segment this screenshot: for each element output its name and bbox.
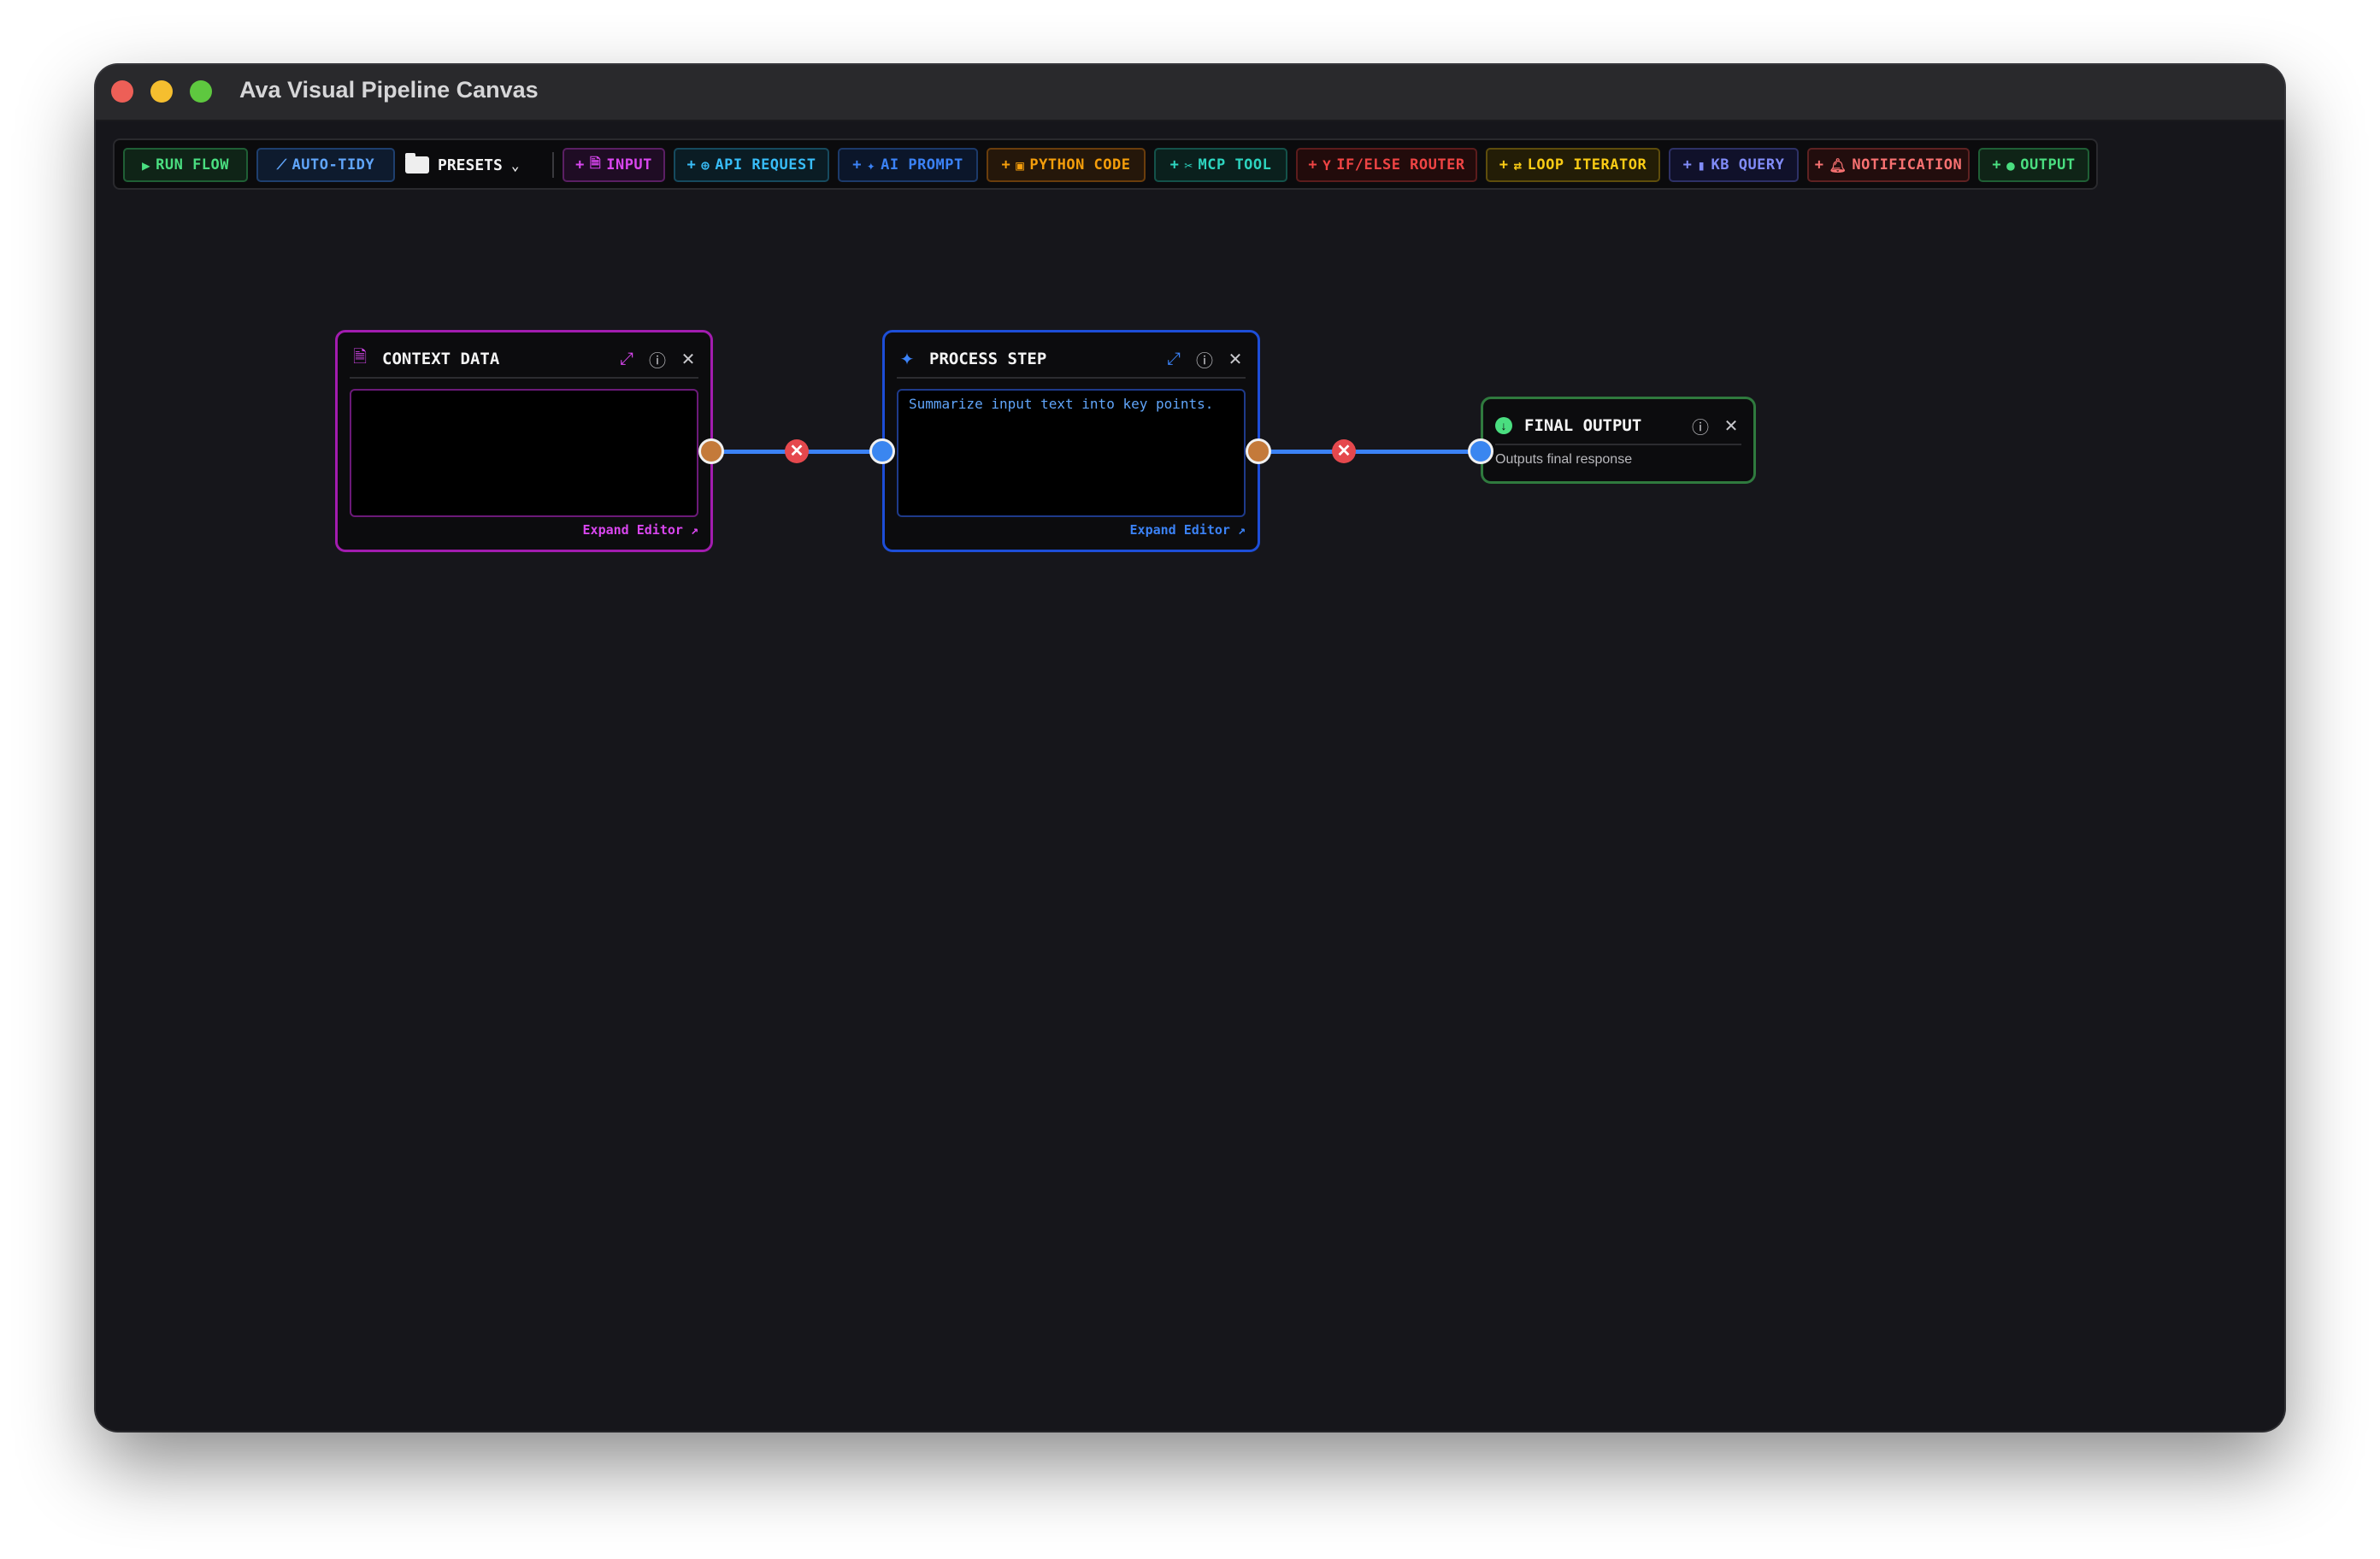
add-if-else-router-button[interactable]: + Y IF/ELSE ROUTER — [1296, 148, 1477, 182]
add-python-code-button[interactable]: + ▣ PYTHON CODE — [987, 148, 1146, 182]
plus-icon: + — [1992, 156, 2002, 174]
input-port[interactable] — [869, 438, 895, 464]
prompt-editor[interactable]: Summarize input text into key points. — [897, 389, 1246, 517]
magic-wand-icon: ⟋ — [276, 156, 287, 173]
expand-icon[interactable]: ⤢ — [1163, 350, 1184, 369]
presets-label: PRESETS — [438, 156, 503, 174]
plus-icon: + — [686, 156, 697, 174]
plus-icon: + — [1169, 156, 1180, 174]
plus-icon: + — [1499, 156, 1509, 174]
add-notification-button[interactable]: + 🔔︎ NOTIFICATION — [1807, 148, 1970, 182]
loop-icon: ⇄ — [1513, 156, 1523, 174]
info-icon[interactable]: ⓘ — [1690, 414, 1711, 438]
context-data-node[interactable]: 🗎 CONTEXT DATA ⤢ ⓘ ✕ Expand Editor ↗ — [335, 330, 713, 552]
add-output-label: OUTPUT — [2020, 156, 2076, 174]
add-loop-iterator-label: LOOP ITERATOR — [1527, 156, 1647, 174]
node-description: Outputs final response — [1495, 452, 1633, 467]
maximize-window-button[interactable] — [190, 80, 212, 103]
add-ai-prompt-button[interactable]: + ✦ AI PROMPT — [838, 148, 978, 182]
node-header: 🗎 CONTEXT DATA ⤢ ⓘ ✕ — [350, 341, 698, 379]
presets-dropdown[interactable]: PRESETS ⌄ — [405, 148, 533, 182]
close-icon[interactable]: ✕ — [678, 349, 698, 370]
info-icon[interactable]: ⓘ — [1194, 347, 1215, 372]
window-title: Ava Visual Pipeline Canvas — [239, 77, 539, 103]
add-input-label: INPUT — [606, 156, 652, 174]
node-header: ✦ PROCESS STEP ⤢ ⓘ ✕ — [897, 341, 1246, 379]
close-icon[interactable]: ✕ — [1225, 349, 1246, 370]
process-step-node[interactable]: ✦ PROCESS STEP ⤢ ⓘ ✕ Summarize input tex… — [882, 330, 1260, 552]
node-title: FINAL OUTPUT — [1524, 416, 1642, 435]
connection-wire[interactable] — [1258, 450, 1481, 454]
add-loop-iterator-button[interactable]: + ⇄ LOOP ITERATOR — [1486, 148, 1660, 182]
globe-icon: ⊕ — [701, 156, 710, 174]
chevron-down-icon: ⌄ — [510, 156, 520, 174]
code-icon: ▣ — [1016, 156, 1025, 174]
bell-icon: 🔔︎ — [1829, 156, 1847, 174]
final-output-node[interactable]: ↓ FINAL OUTPUT ⓘ ✕ Outputs final respons… — [1481, 397, 1756, 484]
minimize-window-button[interactable] — [150, 80, 173, 103]
add-mcp-tool-label: MCP TOOL — [1198, 156, 1272, 174]
sparkle-icon: ✦ — [866, 156, 876, 174]
close-window-button[interactable] — [111, 80, 133, 103]
add-mcp-tool-button[interactable]: + ✂ MCP TOOL — [1154, 148, 1287, 182]
output-port[interactable] — [1246, 438, 1271, 464]
delete-connection-button[interactable]: ✕ — [1332, 439, 1356, 463]
info-icon[interactable]: ⓘ — [647, 347, 668, 372]
pipeline-canvas[interactable]: ▶ RUN FLOW ⟋ AUTO-TIDY PRESETS ⌄ + 🗎 INP… — [96, 121, 2284, 1431]
run-flow-label: RUN FLOW — [156, 156, 230, 174]
title-bar: Ava Visual Pipeline Canvas — [96, 65, 2284, 121]
add-if-else-router-label: IF/ELSE ROUTER — [1336, 156, 1465, 174]
add-notification-label: NOTIFICATION — [1852, 156, 1963, 174]
add-api-request-label: API REQUEST — [715, 156, 816, 174]
toolbar: ▶ RUN FLOW ⟋ AUTO-TIDY PRESETS ⌄ + 🗎 INP… — [113, 138, 2098, 190]
tools-icon: ✂ — [1184, 156, 1193, 174]
context-data-editor[interactable] — [350, 389, 698, 517]
run-flow-button[interactable]: ▶ RUN FLOW — [123, 148, 248, 182]
add-kb-query-label: KB QUERY — [1711, 156, 1785, 174]
auto-tidy-label: AUTO-TIDY — [292, 156, 375, 174]
expand-editor-link[interactable]: Expand Editor ↗ — [583, 522, 698, 538]
toolbar-divider — [552, 152, 554, 178]
plus-icon: + — [1001, 156, 1011, 174]
file-sparkle-icon: 🗎 — [352, 348, 368, 367]
plus-icon: + — [1308, 156, 1318, 174]
input-port[interactable] — [1468, 438, 1493, 464]
add-python-code-label: PYTHON CODE — [1029, 156, 1131, 174]
node-title: CONTEXT DATA — [382, 350, 500, 368]
delete-connection-button[interactable]: ✕ — [785, 439, 809, 463]
plus-icon: + — [852, 156, 862, 174]
add-output-button[interactable]: + ● OUTPUT — [1978, 148, 2089, 182]
branch-icon: Y — [1323, 156, 1332, 174]
file-sparkle-icon: 🗎 — [589, 154, 602, 171]
folder-icon — [405, 153, 429, 174]
plus-icon: + — [1814, 156, 1824, 174]
plus-icon: + — [1682, 156, 1693, 174]
add-api-request-button[interactable]: + ⊕ API REQUEST — [674, 148, 829, 182]
add-input-button[interactable]: + 🗎 INPUT — [563, 148, 665, 182]
expand-editor-link[interactable]: Expand Editor ↗ — [1130, 522, 1246, 538]
book-icon: ▮ — [1697, 156, 1706, 174]
expand-icon[interactable]: ⤢ — [616, 350, 637, 369]
close-icon[interactable]: ✕ — [1721, 415, 1741, 437]
sparkle-icon: ✦ — [899, 350, 915, 369]
add-ai-prompt-label: AI PROMPT — [881, 156, 963, 174]
add-kb-query-button[interactable]: + ▮ KB QUERY — [1669, 148, 1799, 182]
download-icon: ● — [2006, 156, 2016, 174]
download-icon: ↓ — [1495, 417, 1512, 434]
app-window: Ava Visual Pipeline Canvas ▶ RUN FLOW ⟋ … — [96, 65, 2284, 1431]
auto-tidy-button[interactable]: ⟋ AUTO-TIDY — [256, 148, 395, 182]
node-title: PROCESS STEP — [929, 350, 1047, 368]
node-header: ↓ FINAL OUTPUT ⓘ ✕ — [1495, 408, 1741, 445]
play-icon: ▶ — [141, 156, 151, 174]
plus-icon: + — [575, 156, 585, 174]
output-port[interactable] — [698, 438, 724, 464]
